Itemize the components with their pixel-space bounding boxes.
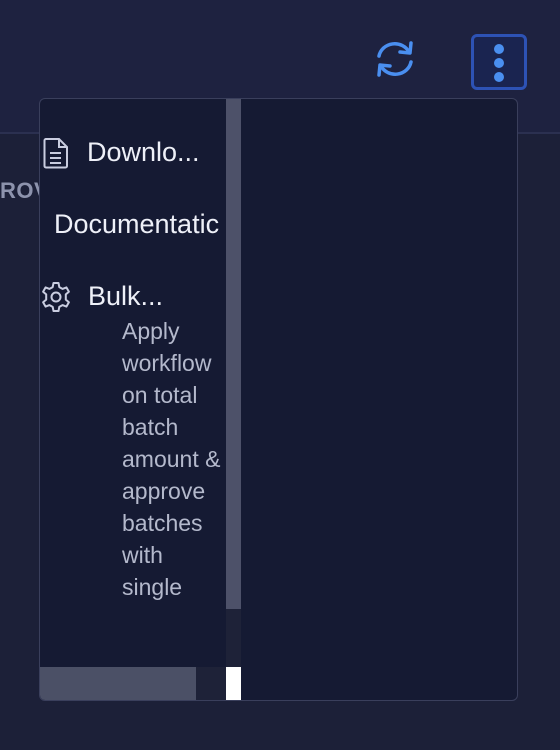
gear-icon [42, 282, 70, 312]
horizontal-scrollbar[interactable] [40, 667, 226, 700]
kebab-menu-icon [494, 44, 504, 82]
refresh-button[interactable] [371, 36, 419, 82]
vertical-scrollbar[interactable] [226, 99, 241, 667]
menu-item-download[interactable]: Downlo... [40, 137, 226, 171]
scrollbar-corner [226, 667, 241, 700]
menu-item-label: Downlo... [87, 137, 200, 167]
menu-item-label: Documentatic [54, 209, 220, 239]
options-dropdown-menu: Downlo... Documentatic Bulk... Apply wor… [39, 98, 518, 701]
refresh-icon [377, 41, 413, 77]
more-options-button[interactable] [471, 34, 527, 90]
scrollbar-thumb[interactable] [40, 667, 196, 700]
document-icon [43, 138, 68, 169]
scrollbar-thumb[interactable] [226, 99, 241, 609]
menu-item-description: Apply workflow on total batch amount & a… [122, 318, 221, 600]
menu-item-label: Bulk... [88, 281, 164, 311]
menu-item-bulk-approve[interactable]: Bulk... [40, 281, 226, 315]
menu-item-documentation[interactable]: Documentatic [40, 209, 226, 243]
menu-list: Downlo... Documentatic Bulk... Apply wor… [40, 99, 226, 667]
